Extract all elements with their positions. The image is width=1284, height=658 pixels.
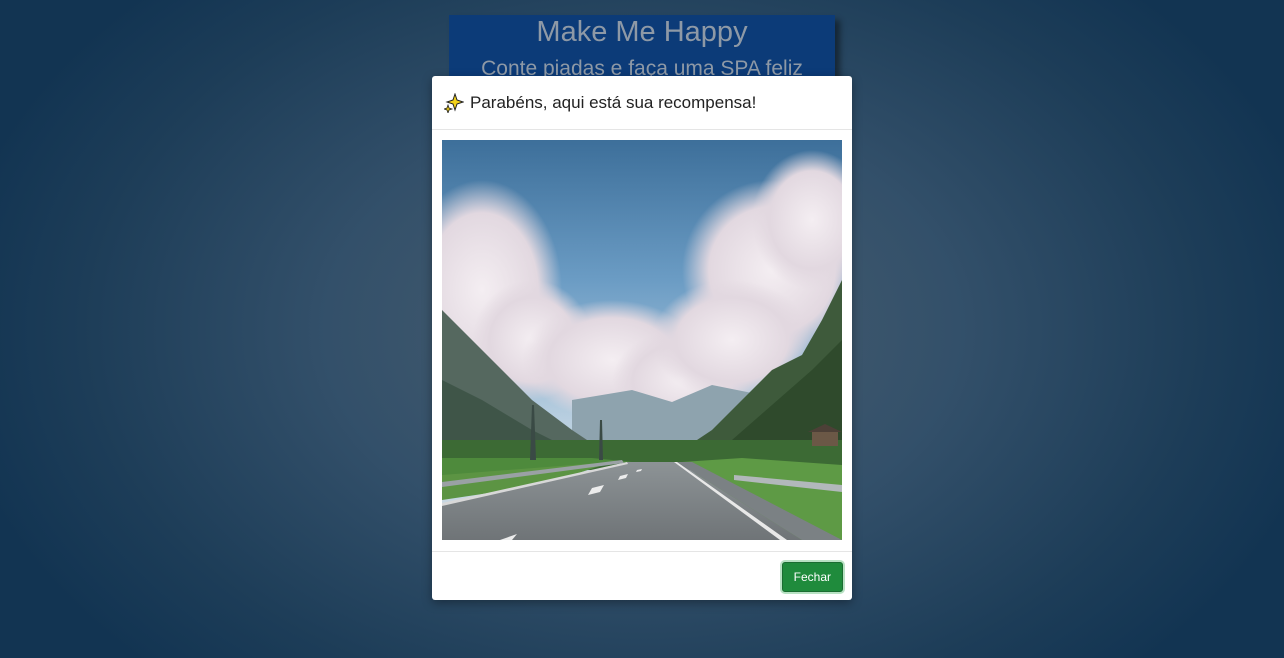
sparkle-icon: [442, 91, 465, 114]
close-button[interactable]: Fechar: [781, 562, 843, 592]
reward-image: [442, 140, 842, 540]
modal-header: Parabéns, aqui está sua recompensa!: [432, 76, 852, 130]
reward-modal: Parabéns, aqui está sua recompensa! Fech…: [432, 76, 852, 600]
modal-footer: Fechar: [432, 551, 852, 600]
modal-body: [432, 130, 852, 550]
modal-title: Parabéns, aqui está sua recompensa!: [470, 92, 757, 112]
app-title: Make Me Happy: [536, 16, 748, 48]
